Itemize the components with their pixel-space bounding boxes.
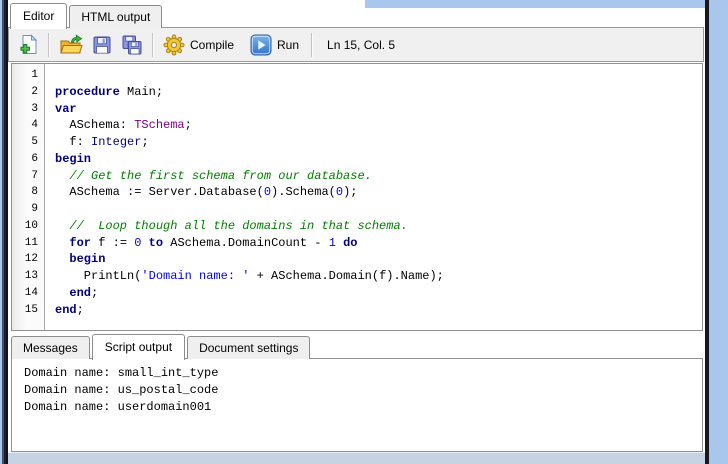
run-play-icon bbox=[250, 34, 272, 56]
cursor-position-status: Ln 15, Col. 5 bbox=[327, 37, 396, 52]
line-number: 15 bbox=[24, 303, 38, 316]
toolbar-separator bbox=[311, 32, 314, 57]
line-number: 3 bbox=[31, 102, 38, 115]
line-number: 9 bbox=[31, 203, 38, 215]
output-line: Domain name: small_int_type bbox=[24, 366, 219, 380]
new-document-icon bbox=[17, 33, 39, 56]
save-all-icon bbox=[121, 34, 143, 56]
tab-document-settings[interactable]: Document settings bbox=[187, 336, 311, 359]
tab-editor[interactable]: Editor bbox=[10, 3, 68, 29]
save-button[interactable] bbox=[87, 30, 117, 60]
code-area[interactable]: procedure Main; var ASchema: TSchema; f: … bbox=[45, 64, 702, 330]
run-button[interactable]: Run bbox=[246, 30, 303, 60]
toolbar-separator bbox=[48, 32, 50, 57]
code-line: // Get the first schema from our databas… bbox=[55, 168, 372, 183]
window-edge-bottom bbox=[8, 452, 705, 464]
output-line: Domain name: us_postal_code bbox=[24, 383, 219, 397]
line-number: 12 bbox=[24, 253, 38, 266]
toolbar-separator bbox=[152, 32, 154, 57]
top-tab-bar: Editor HTML output bbox=[10, 2, 164, 29]
code-line: f: Integer; bbox=[55, 135, 149, 149]
line-number: 13 bbox=[24, 270, 38, 282]
window-edge-top bbox=[365, 0, 705, 8]
open-folder-icon bbox=[59, 33, 83, 56]
line-number: 2 bbox=[31, 85, 38, 98]
line-number: 1 bbox=[31, 69, 38, 81]
bottom-tab-bar: Messages Script output Document settings bbox=[11, 333, 312, 360]
compile-gear-icon bbox=[163, 34, 185, 56]
save-icon bbox=[91, 34, 113, 56]
code-line: for f := 0 to ASchema.DomainCount - 1 do bbox=[69, 235, 358, 250]
compile-button[interactable]: Compile bbox=[159, 30, 238, 60]
line-number: 6 bbox=[31, 152, 38, 165]
code-line: ASchema: TSchema; bbox=[55, 118, 192, 133]
script-output-panel[interactable]: Domain name: small_int_type Domain name: … bbox=[11, 358, 703, 452]
code-line: begin bbox=[55, 151, 92, 166]
toolbar: Compile Run Ln 15, Col. 5 bbox=[8, 27, 704, 62]
code-editor: 1 2 3 4 5 6 7 8 9 10 11 12 13 14 15 procedure Main; var… bbox=[11, 63, 703, 331]
window-edge-left bbox=[0, 0, 8, 464]
code-line: end; bbox=[55, 302, 84, 317]
code-line: // Loop though all the domains in that s… bbox=[55, 218, 408, 233]
code-line: begin bbox=[69, 252, 106, 267]
code-line: var bbox=[55, 101, 77, 116]
line-number: 14 bbox=[24, 286, 38, 299]
window-edge-right bbox=[709, 0, 728, 464]
tab-messages[interactable]: Messages bbox=[11, 336, 90, 359]
save-all-button[interactable] bbox=[117, 30, 147, 60]
tab-html-output[interactable]: HTML output bbox=[69, 5, 163, 28]
line-number: 4 bbox=[31, 119, 38, 132]
line-number: 10 bbox=[24, 219, 38, 232]
code-line: end; bbox=[69, 285, 99, 300]
tab-script-output[interactable]: Script output bbox=[91, 334, 186, 360]
code-line: procedure Main; bbox=[55, 84, 164, 99]
code-line: ASchema := Server.Database(0).Schema(0); bbox=[55, 185, 358, 200]
line-number: 8 bbox=[31, 186, 38, 199]
compile-button-label: Compile bbox=[190, 37, 235, 52]
line-number: 5 bbox=[31, 136, 38, 148]
code-line: PrintLn('Domain name: ' + ASchema.Domain… bbox=[55, 269, 444, 283]
script-editor-window: Editor HTML output Compile Run Ln 15, Co… bbox=[8, 0, 705, 452]
run-button-label: Run bbox=[277, 37, 300, 52]
open-button[interactable] bbox=[55, 30, 87, 60]
line-number-gutter: 1 2 3 4 5 6 7 8 9 10 11 12 13 14 15 bbox=[12, 64, 45, 330]
new-document-button[interactable] bbox=[13, 30, 43, 60]
line-number: 7 bbox=[31, 169, 38, 182]
line-number: 11 bbox=[24, 236, 38, 249]
output-line: Domain name: userdomain001 bbox=[24, 400, 212, 414]
